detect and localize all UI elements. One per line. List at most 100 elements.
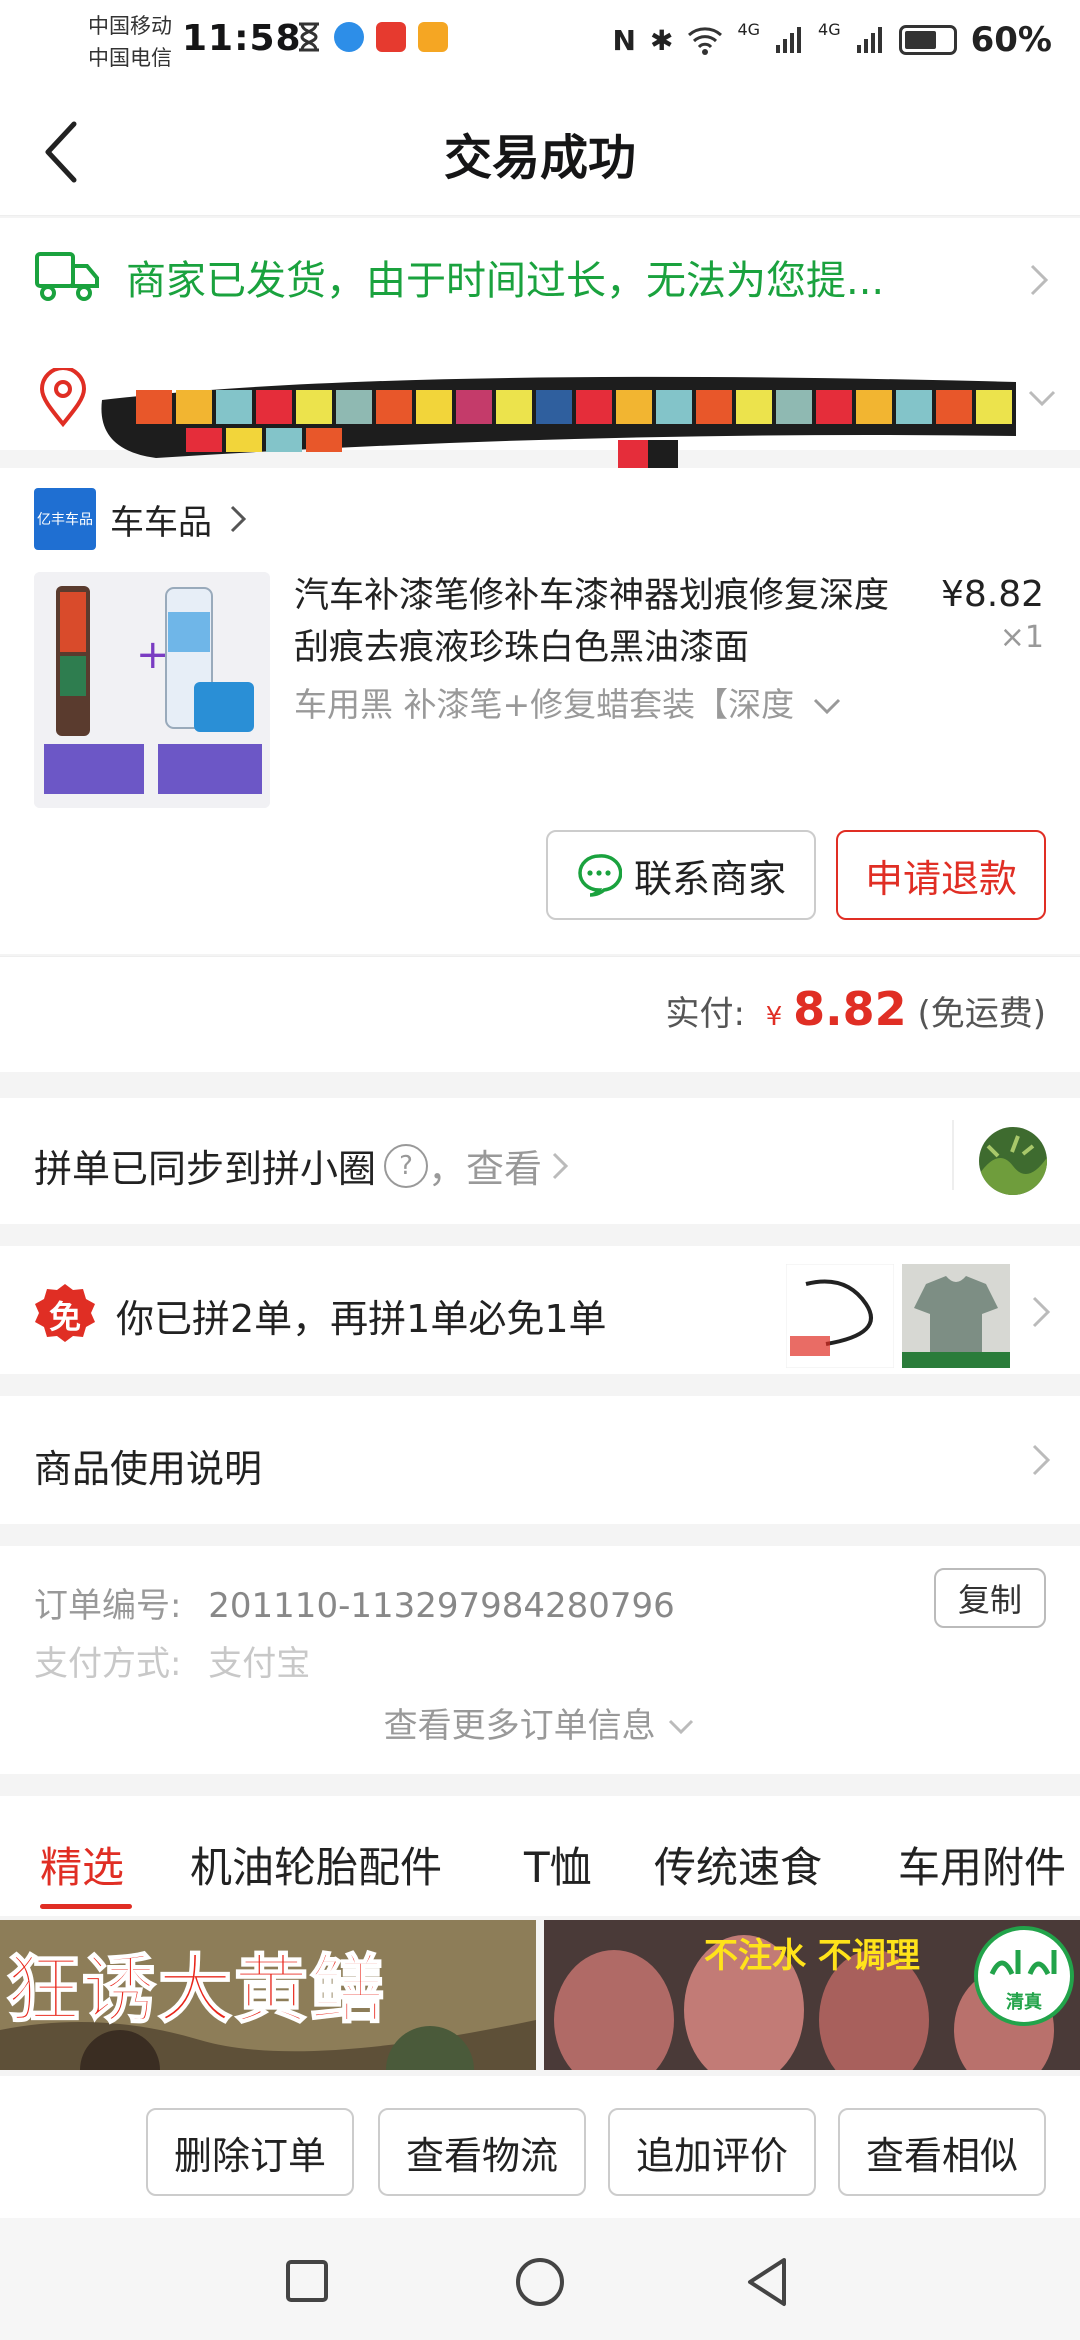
help-icon[interactable]: ? bbox=[384, 1143, 429, 1188]
carrier-1: 中国移动 bbox=[88, 14, 172, 38]
carrier-2: 中国电信 bbox=[88, 46, 172, 70]
shipping-fee-note: (免运费) bbox=[917, 994, 1046, 1034]
signal-2-label: 4G bbox=[818, 20, 841, 39]
view-logistics-button[interactable]: 查看物流 bbox=[378, 2108, 586, 2196]
payment-method-line: 支付方式: 支付宝 bbox=[34, 1636, 310, 1685]
request-refund-button[interactable]: 申请退款 bbox=[836, 830, 1046, 920]
banner-meat-text: 不注水 不调理 bbox=[704, 1936, 920, 1976]
recent-apps-icon[interactable] bbox=[284, 2258, 330, 2304]
halal-badge-label: 清真 bbox=[1006, 1992, 1042, 2013]
carrier-info: 中国移动 中国电信 bbox=[88, 10, 172, 74]
delete-order-button[interactable]: 删除订单 bbox=[146, 2108, 354, 2196]
copy-button[interactable]: 复制 bbox=[934, 1568, 1046, 1628]
tab-car-accessories[interactable]: 车用附件 bbox=[898, 1834, 1066, 1895]
recommended-item-cable[interactable] bbox=[786, 1264, 894, 1368]
redacted-address-mask bbox=[101, 376, 1017, 458]
contact-seller-button[interactable]: 联系商家 bbox=[546, 830, 816, 920]
tab-tshirt[interactable]: T恤 bbox=[524, 1834, 592, 1895]
browser-app-icon bbox=[334, 22, 364, 52]
location-pin-icon bbox=[39, 368, 87, 428]
payment-method-value: 支付宝 bbox=[208, 1644, 311, 1684]
chevron-right-icon bbox=[552, 1152, 569, 1179]
recommended-item-shirt[interactable] bbox=[902, 1264, 1010, 1368]
free-order-row[interactable]: 免 你已拼2单，再拼1单必免1单 bbox=[0, 1246, 1080, 1374]
product-spec[interactable]: 车用黑 补漆笔+修复蜡套装【深度 bbox=[294, 678, 914, 726]
usage-instructions-row[interactable]: 商品使用说明 bbox=[0, 1396, 1080, 1524]
order-actions-bar: 删除订单 查看物流 追加评价 查看相似 bbox=[0, 2076, 1080, 2218]
payment-method-label: 支付方式: bbox=[34, 1644, 182, 1684]
product-image: + bbox=[34, 572, 270, 808]
paid-value: 8.82 bbox=[793, 982, 907, 1036]
halal-badge: 清真 bbox=[974, 1926, 1074, 2026]
product-title[interactable]: 汽车补漆笔修补车漆神器划痕修复深度刮痕去痕液珍珠白色黑油漆面 bbox=[294, 570, 914, 674]
product-banner-eel[interactable]: 狂诱大黄鳝 bbox=[0, 1920, 536, 2070]
bluetooth-icon: ✱ bbox=[649, 23, 674, 57]
shop-link[interactable]: 亿丰车品 车车品 bbox=[34, 488, 250, 550]
product-price: ¥8.82 bbox=[940, 574, 1044, 615]
status-time: 11:58 bbox=[182, 18, 302, 59]
chevron-right-icon bbox=[1032, 1296, 1051, 1328]
back-nav-icon[interactable] bbox=[742, 2256, 792, 2308]
chevron-down-icon bbox=[1028, 390, 1056, 407]
news-app-icon bbox=[376, 22, 406, 52]
chat-bubble-icon bbox=[578, 854, 622, 897]
notification-icons bbox=[296, 22, 448, 52]
add-review-button[interactable]: 追加评价 bbox=[608, 2108, 816, 2196]
tab-featured[interactable]: 精选 bbox=[40, 1834, 124, 1895]
chevron-right-icon bbox=[1030, 264, 1049, 296]
shop-logo: 亿丰车品 bbox=[34, 488, 96, 550]
signal-icon-2 bbox=[856, 27, 882, 53]
more-order-info-text: 查看更多订单信息 bbox=[383, 1706, 656, 1746]
product-banner-meat[interactable]: 不注水 不调理 清真 bbox=[544, 1920, 1080, 2070]
header-bar: 交易成功 bbox=[0, 88, 1080, 216]
wifi-icon bbox=[688, 27, 723, 55]
system-status: N ✱ 4G 4G 60% bbox=[613, 20, 1052, 60]
paid-label: 实付: bbox=[665, 994, 745, 1034]
order-number-line: 订单编号: 201110-113297984280796 bbox=[34, 1578, 675, 1627]
active-tab-indicator bbox=[40, 1904, 132, 1909]
order-detail-screen: 中国移动 中国电信 11:58 N ✱ 4G 4G 60% 交易成功 商家已发货… bbox=[0, 0, 1080, 2340]
battery-percent: 60% bbox=[970, 20, 1052, 60]
tab-instant-food[interactable]: 传统速食 bbox=[654, 1834, 822, 1895]
home-icon[interactable] bbox=[514, 2256, 566, 2308]
chevron-down-icon bbox=[813, 698, 840, 715]
product-card: 亿丰车品 车车品 + 汽车补漆笔修补车漆神器划痕修复深度刮痕去痕液珍珠白色黑油漆… bbox=[0, 468, 1080, 954]
svg-text:+: + bbox=[136, 632, 170, 678]
group-sync-content: 拼单已同步到拼小圈 ? ，查看 bbox=[34, 1138, 572, 1193]
currency-symbol: ¥ bbox=[765, 1002, 783, 1032]
signal-icon-1 bbox=[776, 27, 802, 53]
58-app-icon bbox=[418, 22, 448, 52]
free-order-text: 你已拼2单，再拼1单必免1单 bbox=[116, 1297, 607, 1341]
shipping-status-text: 商家已发货，由于时间过长，无法为您提... bbox=[126, 258, 885, 304]
tab-oil-tires[interactable]: 机油轮胎配件 bbox=[190, 1834, 442, 1895]
product-quantity: ×1 bbox=[999, 620, 1044, 655]
chevron-right-icon bbox=[230, 505, 247, 533]
more-order-info-link[interactable]: 查看更多订单信息 bbox=[0, 1698, 1080, 1747]
product-spec-text: 车用黑 补漆笔+修复蜡套装【深度 bbox=[294, 685, 795, 724]
product-thumbnail[interactable]: + bbox=[34, 572, 270, 808]
view-similar-button[interactable]: 查看相似 bbox=[838, 2108, 1046, 2196]
status-bar: 中国移动 中国电信 11:58 N ✱ 4G 4G 60% bbox=[0, 0, 1080, 88]
halal-script-icon bbox=[989, 1950, 1057, 1976]
divider bbox=[952, 1120, 954, 1190]
address-row[interactable] bbox=[0, 340, 1080, 458]
nfc-icon: N bbox=[612, 23, 636, 57]
banner-eel-text: 狂诱大黄鳝 bbox=[5, 1946, 386, 2034]
system-navigation-bar bbox=[0, 2218, 1080, 2340]
signal-1-label: 4G bbox=[737, 20, 761, 39]
user-avatar[interactable] bbox=[978, 1126, 1048, 1196]
paid-amount: 实付: ¥ 8.82 (免运费) bbox=[666, 982, 1046, 1036]
usage-instructions-text: 商品使用说明 bbox=[34, 1447, 263, 1491]
shipping-status-row[interactable]: 商家已发货，由于时间过长，无法为您提... bbox=[0, 218, 1080, 340]
truck-icon bbox=[35, 252, 99, 301]
battery-icon bbox=[898, 25, 957, 55]
group-sync-text: 拼单已同步到拼小圈 bbox=[34, 1147, 377, 1191]
chevron-right-icon bbox=[1032, 1444, 1051, 1476]
order-number-value: 201110-113297984280796 bbox=[208, 1586, 675, 1626]
group-sync-row[interactable]: 拼单已同步到拼小圈 ? ，查看 bbox=[0, 1098, 1080, 1224]
free-badge-label: 免 bbox=[48, 1298, 81, 1336]
shop-name: 车车品 bbox=[110, 502, 212, 543]
order-number-label: 订单编号: bbox=[34, 1586, 182, 1626]
hourglass-icon bbox=[299, 22, 319, 52]
view-link[interactable]: ，查看 bbox=[428, 1138, 542, 1193]
